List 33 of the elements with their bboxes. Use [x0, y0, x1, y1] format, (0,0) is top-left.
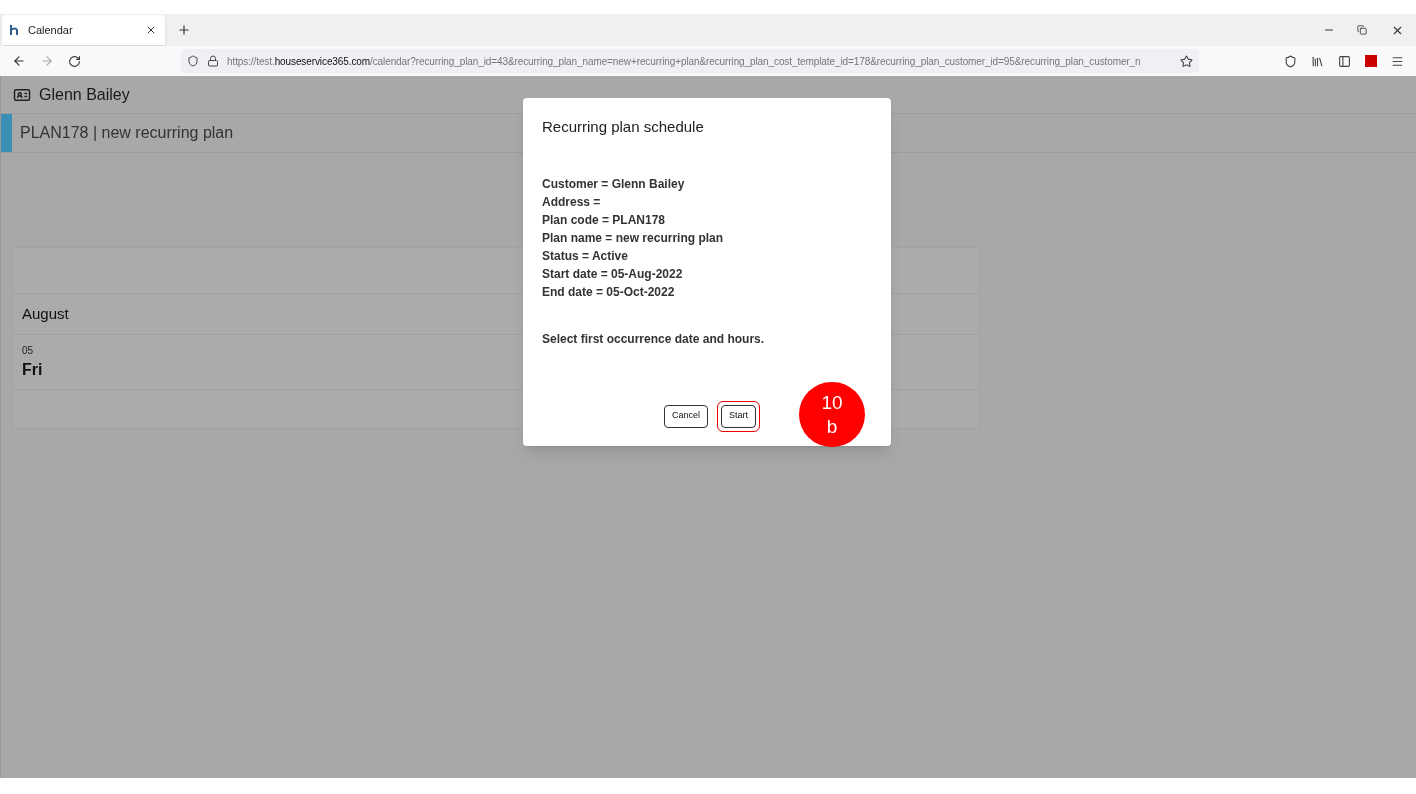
month-heading: August [22, 303, 69, 324]
accent-bar [1, 114, 12, 152]
dialog-title: Recurring plan schedule [542, 117, 705, 137]
detail-line: Address = [542, 193, 602, 211]
lock-icon [207, 55, 219, 67]
menu-icon[interactable] [1391, 54, 1404, 68]
customer-name: Glenn Bailey [39, 84, 130, 105]
detail-line: End date = 05-Oct-2022 [542, 283, 676, 301]
detail-line: Status = Active [542, 247, 629, 265]
restore-icon[interactable] [1357, 25, 1367, 35]
back-icon[interactable] [12, 54, 26, 68]
bookmark-star-icon[interactable] [1180, 54, 1193, 68]
library-icon[interactable] [1311, 54, 1324, 68]
reload-icon[interactable] [68, 54, 81, 68]
shield-icon [187, 55, 199, 67]
dialog-prompt: Select first occurrence date and hours. [542, 330, 766, 348]
day-number: 05 [22, 343, 35, 358]
site-favicon [10, 24, 20, 36]
new-tab-icon[interactable] [177, 23, 191, 37]
detail-line: Start date = 05-Aug-2022 [542, 265, 684, 283]
close-icon[interactable] [145, 24, 157, 36]
detail-line: Customer = Glenn Bailey [542, 175, 686, 193]
browser-tab[interactable]: Calendar [2, 15, 165, 45]
address-bar[interactable]: https://test.houseservice365.com/calendar?recurring_plan_id=43&recurring_plan_name=new+recurring+plan&recurring_plan_cost_template_id=178&recurring_plan_customer_id=95&recurring_plan_customer_n [181, 49, 1199, 73]
weekday-label: Fri [22, 359, 44, 380]
detail-line: Plan name = new recurring plan [542, 229, 725, 247]
detail-line: Plan code = PLAN178 [542, 211, 667, 229]
url-text: https://test.houseservice365.com/calendar?recurring_plan_id=43&recurring_plan_name=new+recurring+plan&recurring_plan_cost_template_id=178&recurring_plan_customer_id=95&recurring_plan_customer_n [227, 54, 1141, 69]
plan-title: PLAN178 | new recurring plan [20, 123, 234, 143]
sidebar-icon[interactable] [1338, 54, 1351, 68]
tab-title: Calendar [28, 22, 74, 38]
dialog-button[interactable]: Cancel [664, 404, 708, 428]
dialog-button[interactable]: Start [721, 404, 757, 428]
